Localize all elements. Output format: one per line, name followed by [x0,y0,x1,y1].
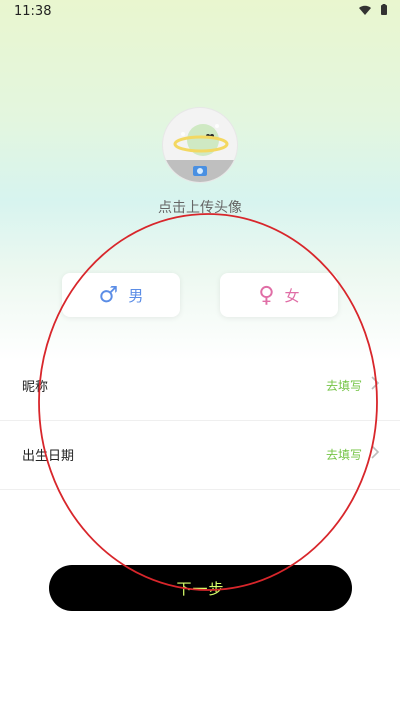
birthdate-fill-link[interactable]: 去填写 [326,446,362,463]
battery-icon [381,4,387,15]
avatar-upload[interactable] [163,108,237,182]
nickname-row[interactable]: 昵称 去填写 [0,352,400,421]
nickname-fill-link[interactable]: 去填写 [326,377,362,394]
next-label: 下一步 [176,579,225,598]
next-button[interactable]: 下一步 [49,565,352,611]
camera-icon [193,166,207,176]
gender-female-label: 女 [284,286,300,305]
birthdate-row[interactable]: 出生日期 去填写 [0,421,400,490]
chevron-right-icon [371,376,380,390]
gender-male-button[interactable]: ♂ 男 [62,273,180,317]
gender-female-button[interactable]: ♀ 女 [220,273,338,317]
female-icon: ♀ [258,282,275,308]
wifi-icon [359,5,371,15]
upload-avatar-label[interactable]: 点击上传头像 [0,197,400,217]
status-time: 11:38 [14,4,52,19]
nickname-label: 昵称 [22,380,49,395]
status-icons [358,4,388,16]
gender-male-label: 男 [128,286,144,305]
male-icon: ♂ [98,282,119,308]
birthdate-label: 出生日期 [22,449,75,464]
chevron-right-icon [371,445,380,459]
status-bar: 11:38 [0,0,400,24]
